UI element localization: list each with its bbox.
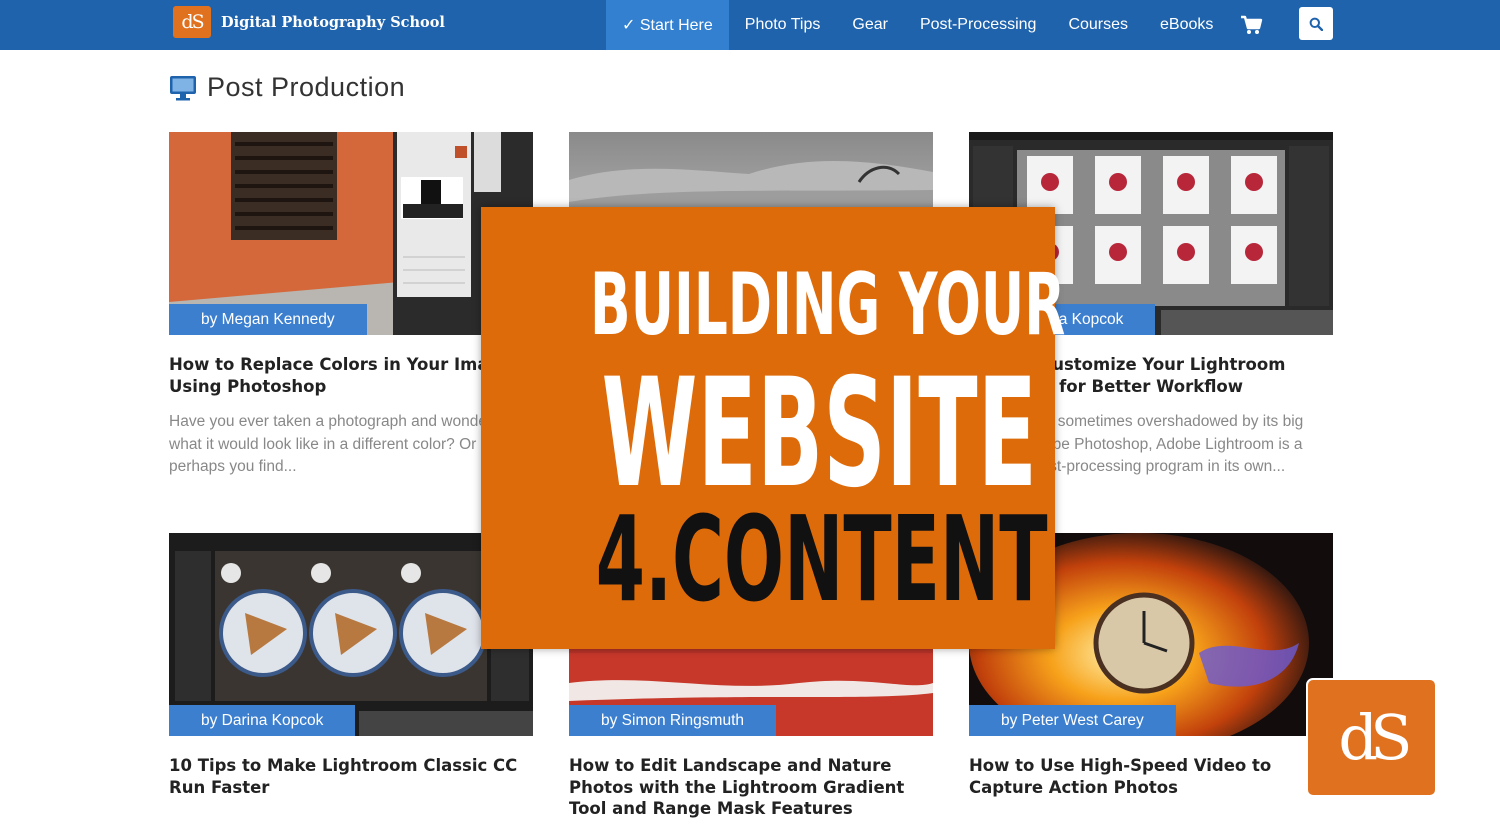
article-excerpt: Have you ever taken a photograph and won… xyxy=(169,413,510,475)
main-menu: ✓ Start Here Photo Tips Gear Post-Proces… xyxy=(606,0,1229,50)
page-heading: Post Production xyxy=(169,72,405,103)
article-title[interactable]: How to Use High-Speed Video to Capture A… xyxy=(969,755,1333,798)
nav-ebooks[interactable]: eBooks xyxy=(1144,0,1229,50)
article-thumbnail[interactable]: by Megan Kennedy xyxy=(169,132,533,335)
author-byline[interactable]: by Megan Kennedy xyxy=(169,304,367,335)
article-title[interactable]: 10 Tips to Make Lightroom Classic CC Run… xyxy=(169,755,533,798)
nav-photo-tips[interactable]: Photo Tips xyxy=(729,0,837,50)
article-title[interactable]: How to Replace Colors in Your Images Usi… xyxy=(169,354,533,397)
cart-icon[interactable] xyxy=(1238,12,1264,38)
search-button[interactable] xyxy=(1299,7,1333,40)
promo-overlay: BUILDING YOUR WEBSITE 4.CONTENT xyxy=(481,207,1066,649)
monitor-icon xyxy=(170,75,196,100)
author-byline[interactable]: by Peter West Carey xyxy=(969,705,1176,736)
article-card[interactable]: by Megan Kennedy How to Replace Colors i… xyxy=(169,132,533,479)
article-title[interactable]: How to Edit Landscape and Nature Photos … xyxy=(569,755,933,820)
brand-logo-link[interactable]: dS Digital Photography School xyxy=(173,6,445,38)
author-byline[interactable]: by Simon Ringsmuth xyxy=(569,705,777,736)
dps-badge-logo: dS xyxy=(1306,678,1437,797)
dps-logo-mark: dS xyxy=(173,6,211,38)
nav-gear[interactable]: Gear xyxy=(836,0,904,50)
search-icon xyxy=(1309,17,1323,31)
page-title: Post Production xyxy=(207,72,406,102)
overlay-line-1: BUILDING YOUR xyxy=(590,255,1066,355)
brand-name: Digital Photography School xyxy=(221,13,445,31)
article-thumbnail[interactable]: by Darina Kopcok xyxy=(169,533,533,736)
nav-post-processing[interactable]: Post-Processing xyxy=(904,0,1053,50)
overlay-line-3: 4.CONTENT xyxy=(595,490,1048,628)
article-card[interactable]: by Darina Kopcok 10 Tips to Make Lightro… xyxy=(169,533,533,798)
nav-courses[interactable]: Courses xyxy=(1052,0,1144,50)
nav-start-here[interactable]: ✓ Start Here xyxy=(606,0,729,50)
top-nav-bar: dS Digital Photography School ✓ Start He… xyxy=(0,0,1500,50)
author-byline[interactable]: by Darina Kopcok xyxy=(169,705,356,736)
